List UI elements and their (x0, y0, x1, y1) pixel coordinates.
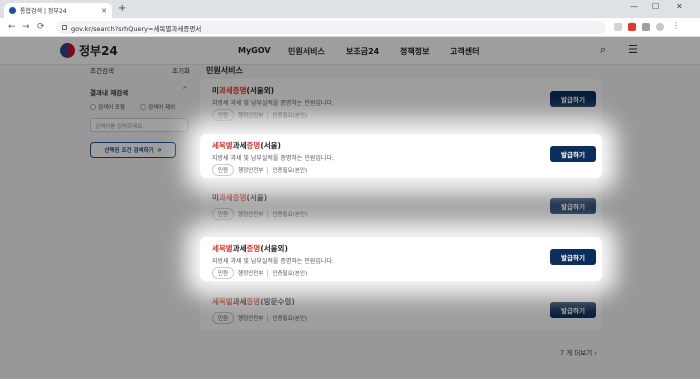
back-icon[interactable]: ← (8, 21, 16, 33)
issue-button[interactable]: 발급하기 (550, 302, 596, 318)
lock-icon (62, 25, 67, 30)
result-tags: 민원 행정안전부 인증필요(본인) (212, 312, 307, 324)
address-bar: ← → ⟳ gov.kr/search?srhQuery=세목별과세증명서 ⋮ (0, 18, 700, 37)
url-field[interactable]: gov.kr/search?srhQuery=세목별과세증명서 (56, 21, 606, 34)
logo-text: 정부24 (79, 44, 118, 58)
result-title[interactable]: 세목별과세증명(서울) (212, 140, 281, 151)
exclude-label: 검색어 제외 (148, 105, 176, 111)
more-link[interactable]: 7 개 더보기 › (560, 347, 597, 357)
condition-search-button[interactable]: 선택된 조건 검색하기 ⌕ (90, 142, 176, 158)
type-badge: 민원 (212, 267, 235, 279)
site-content: 정부24 MyGOV 민원서비스 보조금24 정책정보 고객센터 ⌕ ☰ 조건검… (0, 37, 700, 379)
refine-search-input[interactable]: 검색어를 입력하세요. (90, 118, 188, 132)
forward-icon[interactable]: → (22, 21, 30, 33)
result-desc: 지방세 과세 및 납부실적을 증명하는 민원입니다. (212, 258, 334, 265)
nav-civil-service[interactable]: 민원서비스 (288, 46, 325, 57)
profile-icon[interactable] (656, 23, 664, 31)
include-radio[interactable]: 검색어 포함 (90, 103, 125, 111)
exclude-radio[interactable]: 검색어 제외 (140, 103, 175, 111)
result-title[interactable]: 미과세증명(서울외) (212, 85, 274, 96)
issue-button[interactable]: 발급하기 (550, 91, 596, 107)
filter-panel: 조건검색 초기화 결과내 재검색 ^ 검색어 포함 검색어 제외 검색어를 입력… (84, 65, 196, 205)
search-icon[interactable]: ⌕ (600, 44, 606, 56)
auth-label: 인증필요(본인) (272, 168, 308, 174)
chevron-up-icon[interactable]: ^ (182, 86, 188, 94)
tab-title: 통합검색 | 정부24 (20, 8, 67, 15)
radio-icon (140, 104, 146, 110)
reset-button[interactable]: 초기화 (172, 65, 190, 77)
new-tab-button[interactable]: + (118, 3, 126, 15)
auth-label: 인증필요(본인) (272, 316, 308, 322)
condition-search-label[interactable]: 조건검색 (90, 65, 114, 77)
result-title[interactable]: 세목별과세증명(서울외) (212, 243, 288, 254)
menu-icon[interactable]: ☰ (628, 44, 638, 56)
type-badge: 민원 (212, 109, 235, 121)
issue-button[interactable]: 발급하기 (550, 249, 596, 265)
dept-label: 행정안전부 (238, 113, 264, 119)
include-label: 검색어 포함 (98, 105, 126, 111)
type-badge: 민원 (212, 164, 235, 176)
browser-tab[interactable]: 통합검색 | 정부24 ✕ (4, 3, 112, 18)
result-card[interactable]: 세목별과세증명(방문수령) 민원 행정안전부 인증필요(본인) 발급하기 (200, 290, 602, 330)
window-close-icon[interactable]: ✕ (676, 2, 683, 11)
close-icon[interactable]: ✕ (101, 7, 107, 15)
issue-button[interactable]: 발급하기 (550, 198, 596, 214)
maximize-icon[interactable]: ☐ (652, 2, 659, 11)
auth-label: 인증필요(본인) (272, 113, 308, 119)
type-badge: 민원 (212, 312, 235, 324)
result-card[interactable]: 세목별과세증명(서울) 지방세 과세 및 납부실적을 증명하는 민원입니다. 민… (200, 134, 602, 178)
result-card[interactable]: 미과세증명(서울) 민원 행정안전부 인증필요(본인) 발급하기 (200, 186, 602, 226)
auth-label: 인증필요(본인) (272, 212, 308, 218)
type-badge: 민원 (212, 208, 235, 220)
result-tags: 민원 행정안전부 인증필요(본인) (212, 208, 307, 220)
reload-icon[interactable]: ⟳ (37, 21, 45, 33)
radio-icon (90, 104, 96, 110)
puzzle-icon[interactable] (642, 23, 650, 31)
result-tags: 민원 행정안전부 인증필요(본인) (212, 164, 307, 176)
nav-mygov[interactable]: MyGOV (238, 46, 271, 55)
browser-tab-bar: 통합검색 | 정부24 ✕ + — ☐ ✕ (0, 0, 700, 18)
share-icon[interactable] (614, 23, 622, 31)
site-logo[interactable]: 정부24 (60, 42, 118, 59)
auth-label: 인증필요(본인) (272, 271, 308, 277)
section-title: 민원서비스 (206, 66, 243, 75)
result-desc: 지방세 과세 및 납부실적을 증명하는 민원입니다. (212, 100, 334, 107)
dept-label: 행정안전부 (238, 212, 264, 218)
url-text: gov.kr/search?srhQuery=세목별과세증명서 (71, 24, 202, 33)
refine-search-label: 결과내 재검색 (90, 89, 129, 97)
result-desc: 지방세 과세 및 납부실적을 증명하는 민원입니다. (212, 155, 334, 162)
nav-policy[interactable]: 정책정보 (400, 46, 429, 57)
issue-button[interactable]: 발급하기 (550, 146, 596, 162)
extension-icon[interactable] (628, 23, 636, 31)
emblem-icon (60, 43, 75, 58)
result-title[interactable]: 세목별과세증명(방문수령) (212, 296, 295, 307)
nav-customer-center[interactable]: 고객센터 (450, 46, 479, 57)
dept-label: 행정안전부 (238, 316, 264, 322)
favicon-icon (9, 7, 16, 14)
dept-label: 행정안전부 (238, 168, 264, 174)
result-card[interactable]: 세목별과세증명(서울외) 지방세 과세 및 납부실적을 증명하는 민원입니다. … (200, 237, 602, 281)
result-tags: 민원 행정안전부 인증필요(본인) (212, 267, 307, 279)
result-title[interactable]: 미과세증명(서울) (212, 192, 267, 203)
result-card[interactable]: 미과세증명(서울외) 지방세 과세 및 납부실적을 증명하는 민원입니다. 민원… (200, 79, 602, 123)
filter-top: 조건검색 초기화 (90, 65, 190, 77)
dept-label: 행정안전부 (238, 271, 264, 277)
minimize-icon[interactable]: — (630, 2, 638, 11)
nav-subsidy[interactable]: 보조금24 (346, 46, 379, 57)
condition-search-button-label: 선택된 조건 검색하기 (104, 148, 154, 154)
site-header: 정부24 MyGOV 민원서비스 보조금24 정책정보 고객센터 ⌕ ☰ (0, 37, 700, 65)
search-icon: ⌕ (157, 145, 162, 154)
result-tags: 민원 행정안전부 인증필요(본인) (212, 109, 307, 121)
kebab-menu-icon[interactable]: ⋮ (672, 21, 680, 30)
